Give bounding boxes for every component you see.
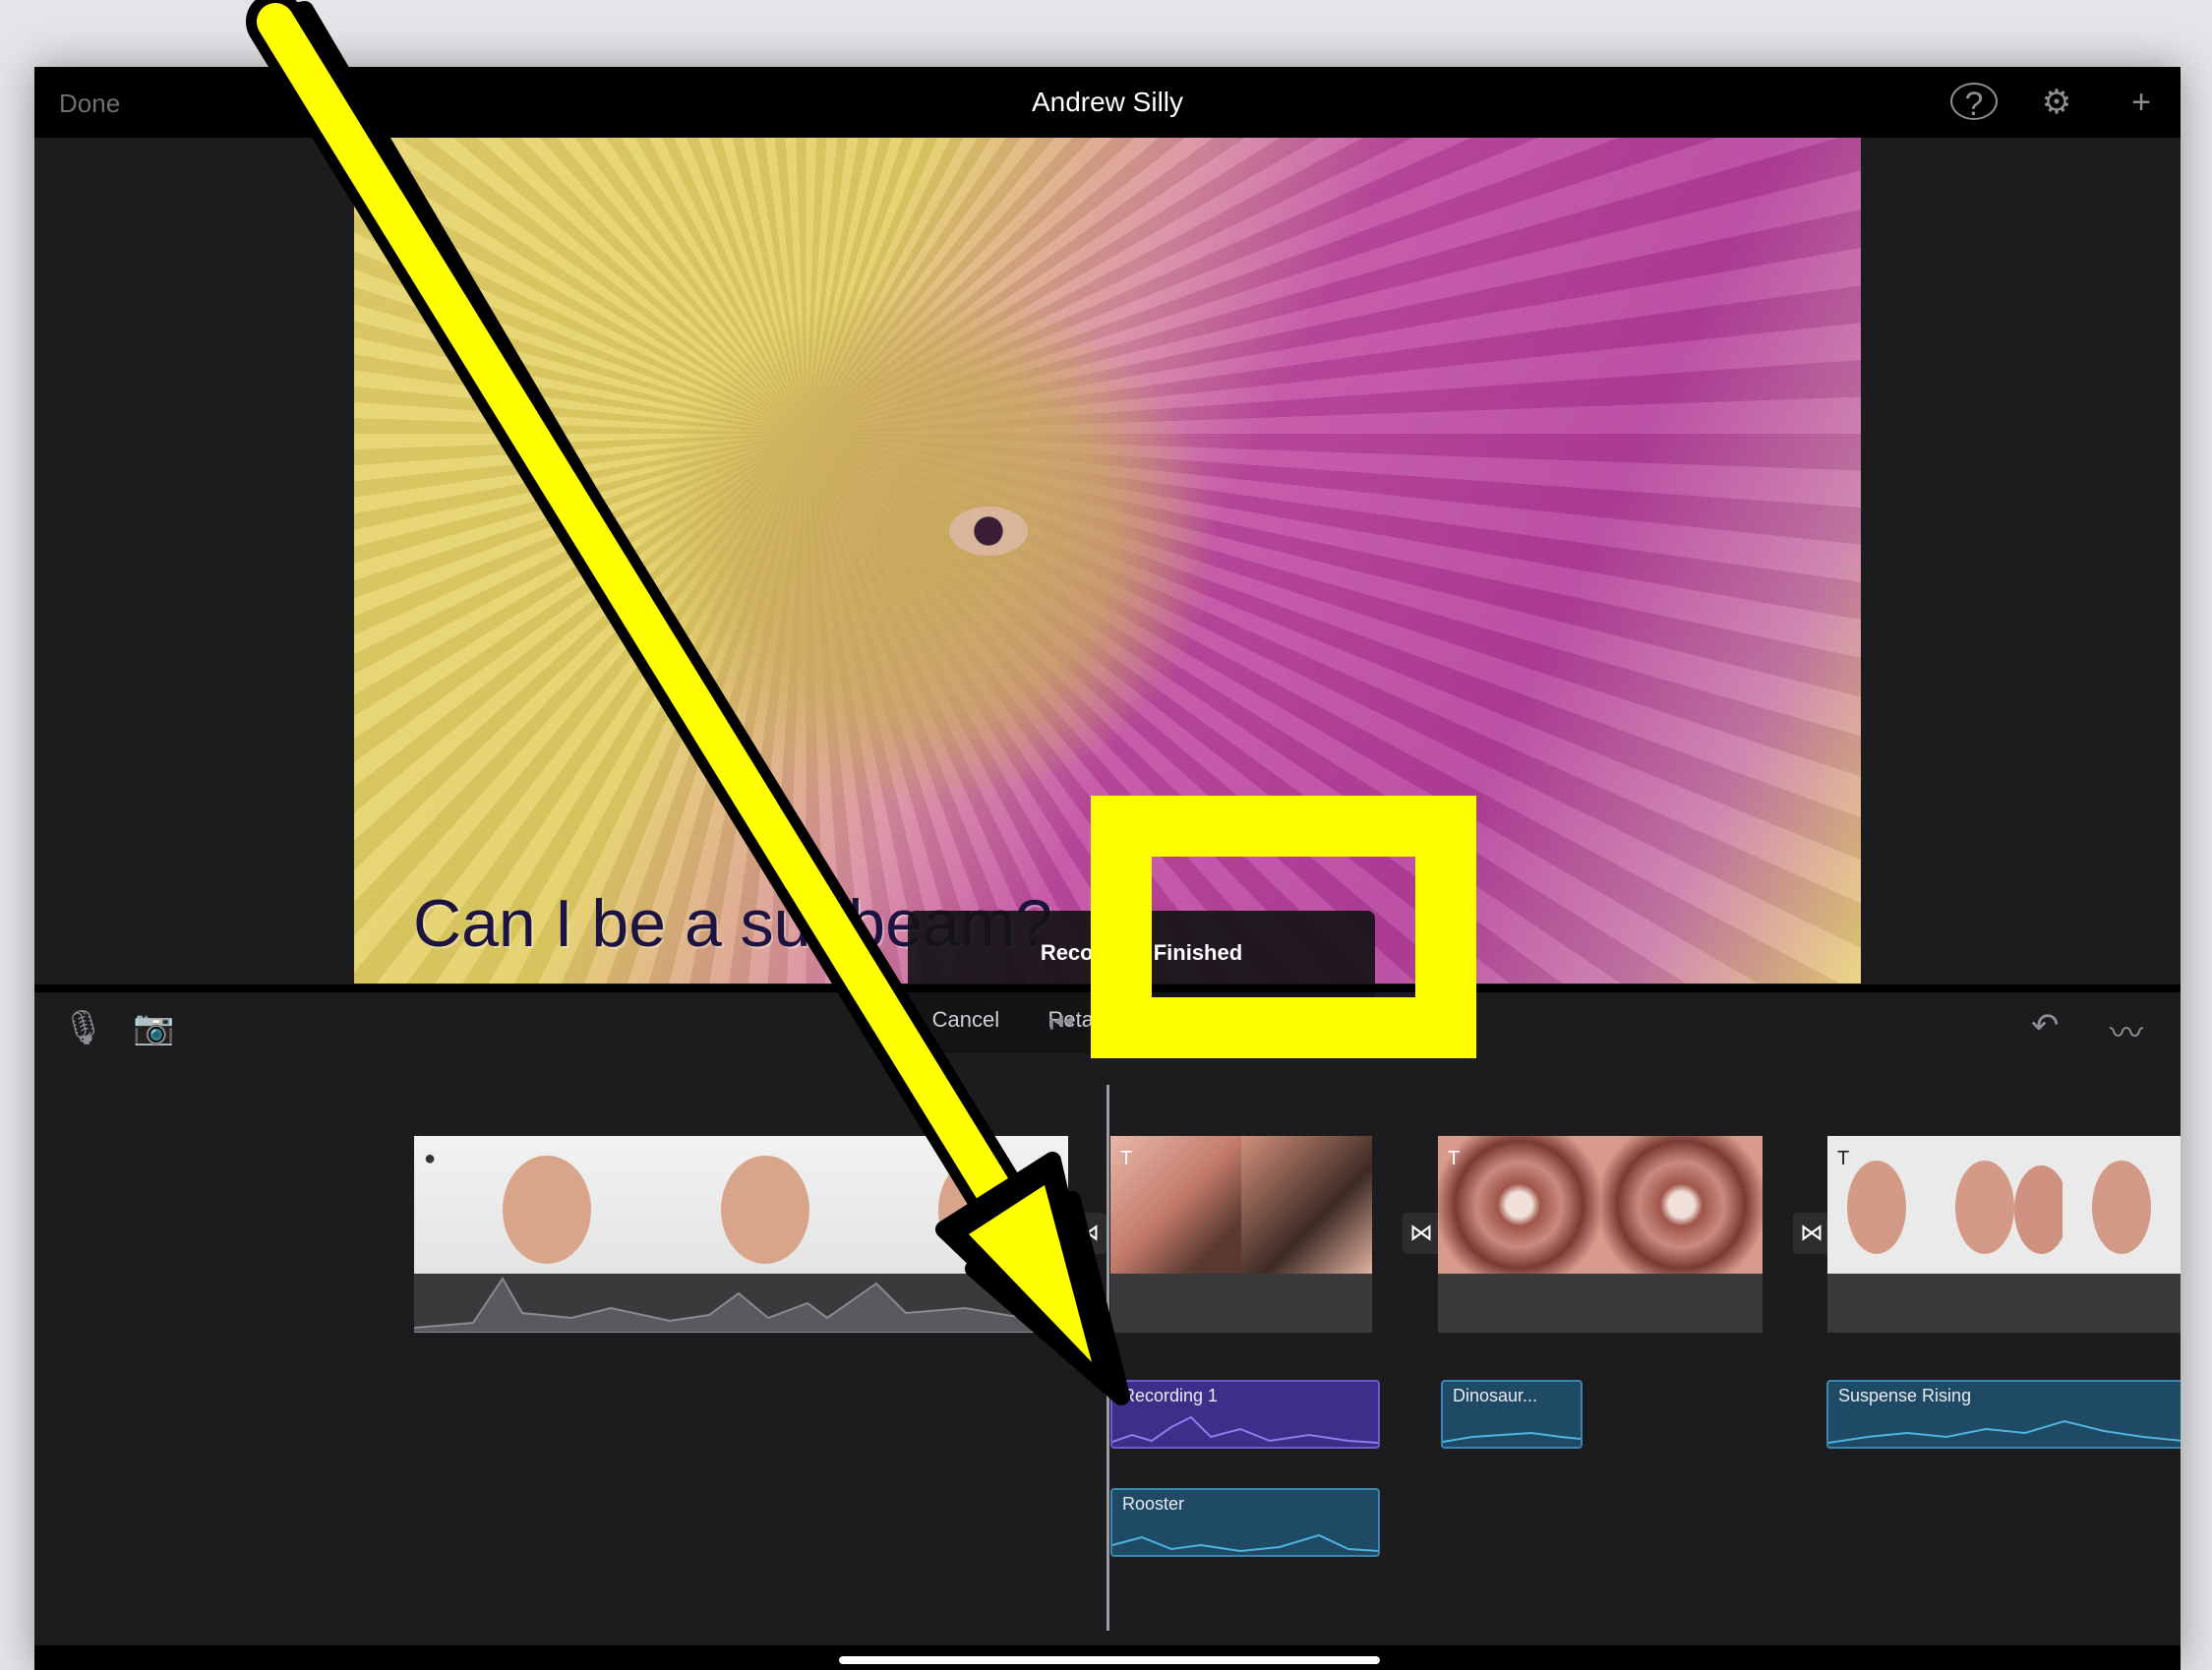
accept-highlight-box [1091, 796, 1476, 1058]
annotation-arrow [246, 0, 1130, 1405]
annotation-overlay [246, 0, 1476, 1405]
